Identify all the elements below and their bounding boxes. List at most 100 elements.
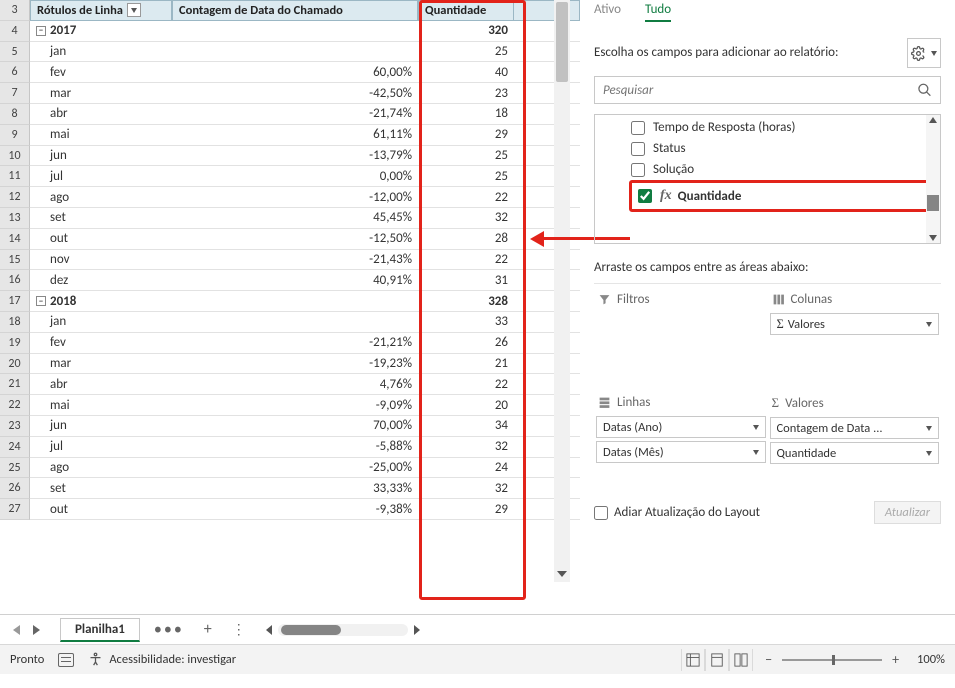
row-header[interactable]: 3 [0,0,30,21]
field-list[interactable]: Tempo de Resposta (horas)StatusSolução fx… [594,114,941,244]
page-layout-view-button[interactable] [705,649,729,671]
pivot-month-row[interactable]: mar-42,50%23 [30,83,580,104]
row-header[interactable]: 14 [0,229,30,250]
pivot-header-rows[interactable]: Rótulos de Linha [30,0,172,21]
tab-active[interactable]: Ativo [594,2,621,22]
pivot-month-row[interactable]: jul0,00%25 [30,166,580,187]
zone-pill[interactable]: Datas (Ano) [596,416,766,438]
pivot-month-row[interactable]: jun70,00%34 [30,416,580,437]
row-header[interactable]: 23 [0,416,30,437]
workbook-stats-icon[interactable] [58,653,74,667]
hscroll-right-arrow[interactable] [410,623,424,637]
sheet-nav-prev[interactable] [6,620,26,640]
zone-pill[interactable]: Quantidade [770,442,940,464]
pivot-month-row[interactable]: mai61,11%29 [30,125,580,146]
pivot-year-row[interactable]: −2017320 [30,21,580,42]
sheet-add-button[interactable]: + [194,620,222,639]
pivot-month-row[interactable]: jun-13,79%25 [30,146,580,167]
defer-layout-checkbox[interactable]: Adiar Atualização do Layout [594,505,760,520]
row-header[interactable]: 7 [0,83,30,104]
sheet-nav-next[interactable] [26,620,46,640]
pivot-month-row[interactable]: abr-21,74%18 [30,104,580,125]
zoom-in-button[interactable]: + [892,651,899,668]
field-checkbox[interactable] [638,189,652,203]
field-search-box[interactable] [594,76,941,104]
row-header[interactable]: 19 [0,333,30,354]
zoom-level[interactable]: 100% [917,652,945,667]
row-header[interactable]: 20 [0,354,30,375]
hscroll-left-arrow[interactable] [262,623,276,637]
row-header[interactable]: 24 [0,437,30,458]
row-header[interactable]: 26 [0,478,30,499]
zoom-slider[interactable]: − + [765,651,899,668]
field-item[interactable]: Solução [629,159,934,180]
pivot-month-row[interactable]: jul-5,88%32 [30,437,580,458]
zone-pill[interactable]: Σ Valores [770,313,940,335]
filter-dropdown-icon[interactable] [127,3,141,17]
row-header[interactable]: 12 [0,187,30,208]
field-checkbox[interactable] [631,121,645,135]
zoom-out-button[interactable]: − [765,651,772,668]
hscroll-thumb[interactable] [281,625,341,635]
pivot-month-row[interactable]: ago-25,00%24 [30,458,580,479]
defer-layout-input[interactable] [594,506,608,520]
collapse-icon[interactable]: − [36,26,46,36]
zone-rows[interactable]: Linhas Datas (Ano)Datas (Mês) [594,387,768,491]
row-header[interactable]: 10 [0,146,30,167]
row-header[interactable]: 6 [0,62,30,83]
pivot-header-qty[interactable]: Quantidade [418,0,514,21]
horizontal-scrollbar[interactable] [262,623,949,637]
field-list-scrollbar[interactable] [926,115,940,243]
tab-all[interactable]: Tudo [645,2,671,22]
field-item[interactable]: fxQuantidade [636,185,927,207]
vertical-scrollbar[interactable] [554,0,570,582]
field-search-input[interactable] [603,83,917,98]
zone-pill[interactable]: Contagem de Data ... [770,417,940,439]
row-header[interactable]: 27 [0,499,30,520]
row-header[interactable]: 13 [0,208,30,229]
pivot-month-row[interactable]: abr4,76%22 [30,374,580,395]
pivot-month-row[interactable]: set33,33%32 [30,478,580,499]
field-checkbox[interactable] [631,163,645,177]
pivot-month-row[interactable]: dez40,91%31 [30,270,580,291]
row-header[interactable]: 17 [0,291,30,312]
pivot-month-row[interactable]: ago-12,00%22 [30,187,580,208]
sheet-more-button[interactable]: ••• [144,620,194,639]
pivot-month-row[interactable]: out-9,38%29 [30,499,580,520]
field-checkbox[interactable] [631,142,645,156]
field-item[interactable]: Status [629,138,934,159]
pivot-year-row[interactable]: −2018328 [30,291,580,312]
pivot-month-row[interactable]: nov-21,43%22 [30,250,580,271]
row-header[interactable]: 18 [0,312,30,333]
sheet-tab-planilha1[interactable]: Planilha1 [60,618,140,642]
pivot-month-row[interactable]: jan33 [30,312,580,333]
pivot-month-row[interactable]: out-12,50%28 [30,229,580,250]
row-header[interactable]: 4 [0,21,30,42]
row-header[interactable]: 9 [0,125,30,146]
pivot-month-row[interactable]: mai-9,09%20 [30,395,580,416]
field-pane-settings-button[interactable] [907,38,941,68]
pivot-month-row[interactable]: fev60,00%40 [30,62,580,83]
sheet-menu-button[interactable]: ⋮ [222,621,256,638]
pivot-month-row[interactable]: mar-19,23%21 [30,354,580,375]
pivot-header-count[interactable]: Contagem de Data do Chamado [172,0,418,21]
scrollbar-down-arrow[interactable] [554,566,570,582]
page-break-view-button[interactable] [729,649,753,671]
row-header[interactable]: 8 [0,104,30,125]
collapse-icon[interactable]: − [36,296,46,306]
row-header[interactable]: 5 [0,42,30,63]
row-header[interactable]: 22 [0,395,30,416]
row-header[interactable]: 21 [0,374,30,395]
zone-pill[interactable]: Datas (Mês) [596,441,766,463]
update-button[interactable]: Atualizar [874,501,941,524]
normal-view-button[interactable] [681,649,705,671]
zone-values[interactable]: Σ Valores Contagem de Data ...Quantidade [768,387,942,491]
scrollbar-thumb[interactable] [556,2,568,82]
row-header[interactable]: 11 [0,166,30,187]
field-item[interactable]: Tempo de Resposta (horas) [629,117,934,138]
zone-columns[interactable]: Colunas Σ Valores [768,284,942,387]
pivot-month-row[interactable]: set45,45%32 [30,208,580,229]
pivot-month-row[interactable]: fev-21,21%26 [30,333,580,354]
row-header[interactable]: 16 [0,270,30,291]
row-header[interactable]: 25 [0,458,30,479]
